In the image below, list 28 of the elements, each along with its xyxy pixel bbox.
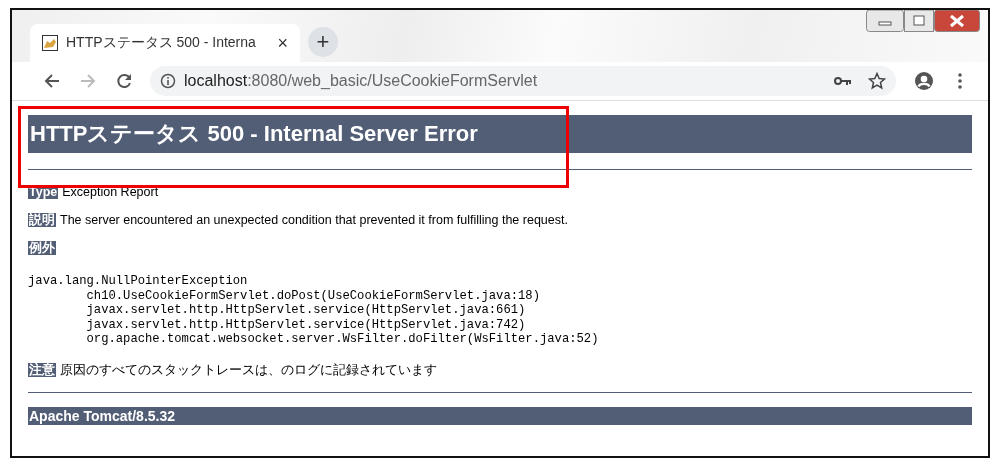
server-version-footer: Apache Tomcat/8.5.32 <box>28 406 972 425</box>
error-heading: HTTPステータス 500 - Internal Server Error <box>28 115 972 153</box>
stack-trace-line: java.lang.NullPointerException <box>28 274 249 289</box>
info-icon[interactable] <box>160 73 176 89</box>
close-window-button[interactable] <box>934 10 980 32</box>
stack-trace-line: ch10.UseCookieFormServlet.doPost(UseCookieFormServlet.java:18) <box>85 288 541 304</box>
reload-icon[interactable] <box>115 72 133 90</box>
account-icon[interactable] <box>914 71 934 91</box>
stack-trace-line: javax.servlet.http.HttpServlet.service(HttpServlet.java:661) <box>85 303 527 318</box>
new-tab-button[interactable]: + <box>308 27 338 57</box>
back-arrow-icon[interactable] <box>43 72 61 90</box>
address-bar[interactable]: localhost:8080/web_basic/UseCookieFormServlet <box>150 66 896 96</box>
maximize-button[interactable] <box>904 10 934 32</box>
minimize-button[interactable] <box>866 10 904 32</box>
menu-icon[interactable] <box>958 73 962 89</box>
stack-trace-line: org.apache.tomcat.websocket.server.WsFilter.doFilter(WsFilter.java:52) <box>85 332 600 347</box>
star-icon[interactable] <box>868 72 886 90</box>
stack-trace-line: javax.servlet.http.HttpServlet.service(HttpServlet.java:742) <box>85 317 527 333</box>
section-text: The server encountered an unexpected condition that prevented it from fulfilling the request. <box>60 213 568 227</box>
url-text: localhost:8080/web_basic/UseCookieFormServlet <box>184 72 539 90</box>
browser-tab[interactable]: HTTPステータス 500 - Interna × <box>30 24 300 62</box>
section-label: 例外 <box>28 241 56 255</box>
section-label: 説明 <box>28 213 56 227</box>
section-label: 注意 <box>28 362 56 377</box>
key-icon[interactable] <box>834 76 852 86</box>
tab-close-button[interactable]: × <box>277 32 288 54</box>
tab-title: HTTPステータス 500 - Interna <box>66 34 257 52</box>
note-text: 原因のすべてのスタックトレースは、のログに記録されています <box>60 362 437 377</box>
